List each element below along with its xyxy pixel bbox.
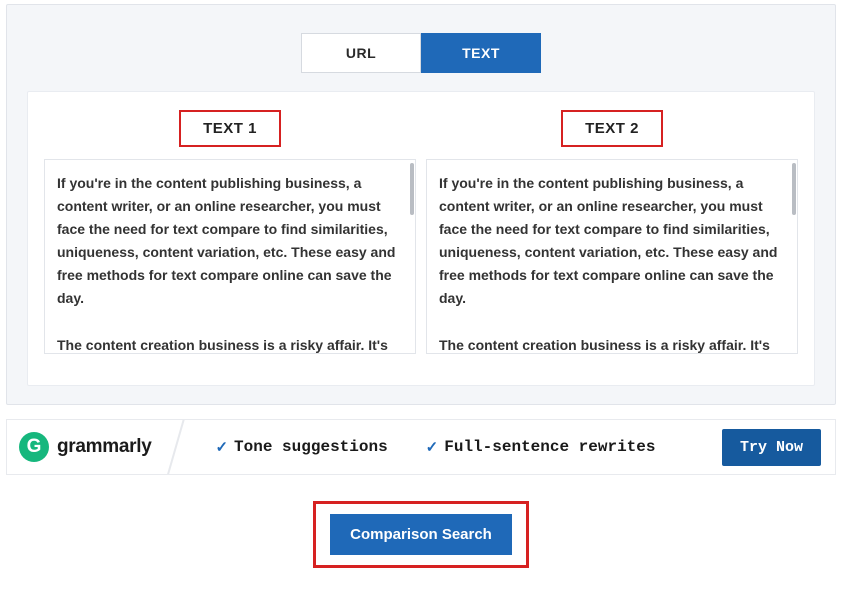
feature-rewrites: ✓ Full-sentence rewrites	[426, 438, 656, 457]
text1-input[interactable]	[44, 159, 416, 354]
check-icon: ✓	[426, 438, 439, 457]
text1-wrap	[44, 159, 416, 359]
grammarly-brand-text: grammarly	[57, 436, 151, 458]
divider-diagonal	[163, 419, 187, 475]
text2-wrap	[426, 159, 798, 359]
column-left-label: TEXT 1	[179, 110, 281, 147]
column-right-label: TEXT 2	[561, 110, 663, 147]
tab-row: URL TEXT	[27, 33, 815, 73]
tab-url[interactable]: URL	[301, 33, 421, 73]
columns: TEXT 1 TEXT 2	[44, 110, 798, 359]
try-now-button[interactable]: Try Now	[722, 429, 821, 466]
check-icon: ✓	[215, 438, 228, 457]
compare-highlight: Comparison Search	[313, 501, 529, 568]
grammarly-logo-icon: G	[19, 432, 49, 462]
content-card: TEXT 1 TEXT 2	[27, 91, 815, 386]
text2-input[interactable]	[426, 159, 798, 354]
compare-wrap: Comparison Search	[0, 501, 842, 568]
text1-scrollbar[interactable]	[410, 163, 414, 215]
feature-tone: ✓ Tone suggestions	[215, 438, 387, 457]
ad-banner: G grammarly ✓ Tone suggestions ✓ Full-se…	[6, 419, 836, 475]
column-left: TEXT 1	[44, 110, 416, 359]
comparison-search-button[interactable]: Comparison Search	[330, 514, 512, 555]
text2-scrollbar[interactable]	[792, 163, 796, 215]
feature-tone-label: Tone suggestions	[234, 438, 388, 456]
feature-rewrites-label: Full-sentence rewrites	[444, 438, 655, 456]
main-panel: URL TEXT TEXT 1 TEXT 2	[6, 4, 836, 405]
column-right: TEXT 2	[426, 110, 798, 359]
grammarly-logo: G grammarly	[19, 432, 151, 462]
tab-text[interactable]: TEXT	[421, 33, 541, 73]
